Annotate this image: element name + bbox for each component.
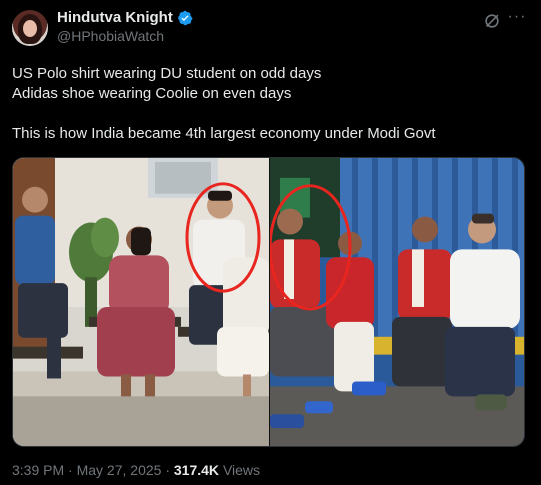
- author-handle[interactable]: @HPhobiaWatch: [57, 28, 193, 44]
- tweet-header: Hindutva Knight @HPhobiaWatch ···: [12, 8, 529, 48]
- tweet-date[interactable]: May 27, 2025: [77, 462, 162, 478]
- author-display-name[interactable]: Hindutva Knight: [57, 9, 173, 26]
- grok-icon[interactable]: [483, 12, 501, 30]
- right-photo[interactable]: [270, 158, 524, 446]
- avatar[interactable]: [12, 10, 48, 46]
- more-icon[interactable]: ···: [507, 9, 527, 29]
- tweet-text: US Polo shirt wearing DU student on odd …: [12, 64, 529, 144]
- views-label: Views: [222, 462, 261, 478]
- meta-separator-2: ·: [165, 462, 170, 478]
- tweet-line-1: US Polo shirt wearing DU student on odd …: [12, 65, 322, 82]
- tweet-media[interactable]: [12, 157, 525, 447]
- left-photo[interactable]: [13, 158, 269, 446]
- tweet-line-3: [12, 104, 529, 124]
- meta-separator-1: ·: [68, 462, 73, 478]
- tweet-meta: 3:39 PM · May 27, 2025 · 317.4K Views: [12, 462, 260, 478]
- tweet-card: Hindutva Knight @HPhobiaWatch ··· US Pol…: [0, 0, 541, 485]
- tweet-line-2: Adidas shoe wearing Coolie on even days: [12, 85, 292, 102]
- author-block: Hindutva Knight @HPhobiaWatch: [57, 9, 193, 44]
- views-count: 317.4K: [173, 462, 220, 478]
- verified-badge-icon: [177, 10, 193, 25]
- tweet-time[interactable]: 3:39 PM: [12, 462, 64, 478]
- tweet-line-4: This is how India became 4th largest eco…: [12, 125, 436, 142]
